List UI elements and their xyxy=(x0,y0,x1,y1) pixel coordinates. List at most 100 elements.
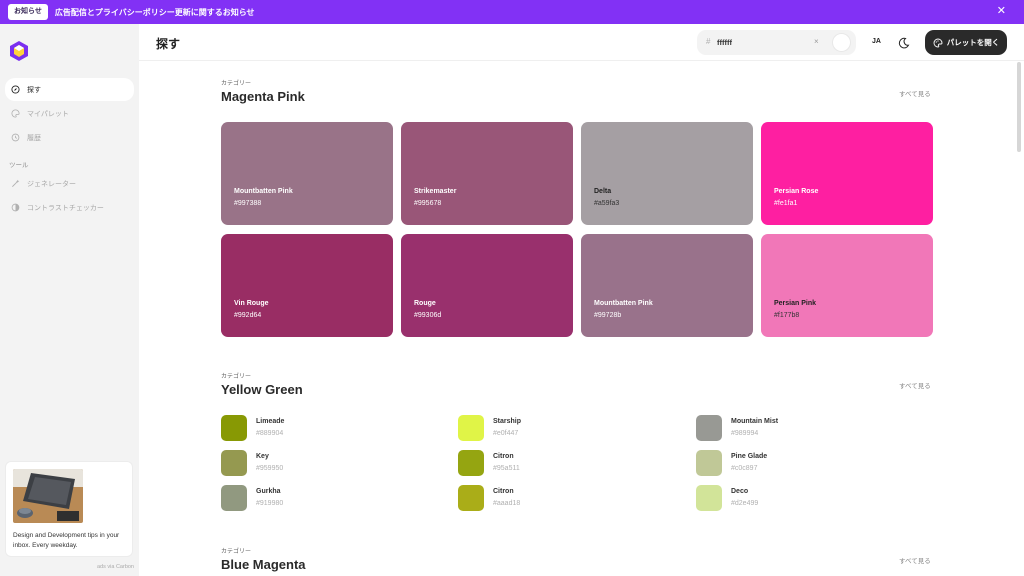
sidebar-item-label: マイパレット xyxy=(27,110,69,118)
see-all-link[interactable]: すべて見る xyxy=(899,380,931,390)
color-hex: #f177b8 xyxy=(774,312,800,319)
announcement-tag: お知らせ xyxy=(8,4,48,20)
color-card[interactable]: Mountbatten Pink #997388 xyxy=(221,122,393,225)
color-swatch[interactable] xyxy=(458,415,484,441)
color-swatch[interactable] xyxy=(458,485,484,511)
color-swatch[interactable] xyxy=(221,450,247,476)
category-title[interactable]: Yellow Green xyxy=(221,382,303,397)
sidebar-item-label: コントラストチェッカー xyxy=(27,204,104,212)
sidebar-item-label: 探す xyxy=(27,86,41,94)
color-hex: #c0c897 xyxy=(731,465,758,472)
see-all-link[interactable]: すべて見る xyxy=(899,555,931,565)
announcement-banner: お知らせ 広告配信とプライバシーポリシー更新に関するお知らせ ✕ xyxy=(0,0,1024,24)
magic-wand-icon xyxy=(12,179,20,187)
color-card[interactable]: Persian Rose #fe1fa1 xyxy=(761,122,933,225)
open-palette-label: パレットを開く xyxy=(946,38,1000,47)
color-name: Mountbatten Pink xyxy=(594,300,653,307)
color-name: Persian Pink xyxy=(774,300,817,307)
color-swatch[interactable] xyxy=(458,450,484,476)
color-card[interactable]: Rouge #99306d xyxy=(401,234,573,337)
color-hex: #d2e499 xyxy=(731,500,759,507)
color-hex: #99306d xyxy=(414,312,442,319)
color-card[interactable]: Mountbatten Pink #99728b xyxy=(581,234,753,337)
color-name: Persian Rose xyxy=(774,188,819,195)
color-hex: #992d64 xyxy=(234,312,262,319)
sidebar-item-label: ジェネレーター xyxy=(27,180,76,188)
color-hex: #95a511 xyxy=(493,465,520,472)
tools-heading: ツール xyxy=(9,162,29,169)
category-title[interactable]: Blue Magenta xyxy=(221,557,306,572)
color-hex: #995678 xyxy=(414,200,442,207)
color-hex: #99728b xyxy=(594,312,622,319)
sidebar-item-generator[interactable]: ジェネレーター xyxy=(5,172,134,195)
color-name: Gurkha xyxy=(256,488,281,495)
ad-card[interactable]: Design and Development tips in your inbo… xyxy=(5,461,133,557)
color-hex: #a59fa3 xyxy=(594,200,620,207)
color-card[interactable]: Persian Pink #f177b8 xyxy=(761,234,933,337)
sidebar-item-contrast-checker[interactable]: コントラストチェッカー xyxy=(5,196,134,219)
ad-via-label[interactable]: ads via Carbon xyxy=(97,564,134,570)
color-swatch[interactable] xyxy=(696,450,722,476)
sidebar-item-history[interactable]: 履歴 xyxy=(5,126,134,149)
clear-icon[interactable]: × xyxy=(814,37,819,46)
category-label: カテゴリー xyxy=(221,81,252,87)
color-list-item[interactable]: Starship #e0f447 xyxy=(458,415,658,442)
compass-icon xyxy=(11,85,20,94)
color-list-item[interactable]: Mountain Mist #989994 xyxy=(696,415,896,442)
color-name: Mountain Mist xyxy=(731,418,779,425)
color-swatch[interactable] xyxy=(221,485,247,511)
category-title[interactable]: Magenta Pink xyxy=(221,89,305,104)
category-label: カテゴリー xyxy=(221,549,252,555)
announcement-link[interactable]: 広告配信とプライバシーポリシー更新に関するお知らせ xyxy=(55,7,255,18)
color-preview-swatch[interactable] xyxy=(833,34,850,51)
top-header: 探す # × JA パレットを開く xyxy=(139,24,1024,61)
palette-icon xyxy=(11,109,20,118)
color-list-item[interactable]: Key #959950 xyxy=(221,450,421,477)
close-icon[interactable]: ✕ xyxy=(997,6,1006,17)
color-hex: #919980 xyxy=(256,500,284,507)
color-name: Citron xyxy=(493,488,514,495)
ad-text[interactable]: Design and Development tips in your inbo… xyxy=(13,531,131,551)
color-name: Rouge xyxy=(414,300,436,307)
color-search-input[interactable] xyxy=(717,36,797,49)
color-list-item[interactable]: Limeade #889904 xyxy=(221,415,421,442)
color-card[interactable]: Delta #a59fa3 xyxy=(581,122,753,225)
color-hex: #e0f447 xyxy=(493,430,519,437)
ad-image[interactable] xyxy=(13,469,83,523)
category-label: カテゴリー xyxy=(221,374,252,380)
sidebar-item-explore[interactable]: 探す xyxy=(5,78,134,101)
color-hex: #997388 xyxy=(234,200,262,207)
color-list-item[interactable]: Citron #95a511 xyxy=(458,450,658,477)
color-card[interactable]: Vin Rouge #992d64 xyxy=(221,234,393,337)
color-name: Deco xyxy=(731,488,749,495)
color-list-item[interactable]: Citron #aaad18 xyxy=(458,485,658,512)
color-hex: #989994 xyxy=(731,430,759,437)
language-toggle[interactable]: JA xyxy=(872,38,881,45)
color-swatch[interactable] xyxy=(696,485,722,511)
sidebar-item-my-palette[interactable]: マイパレット xyxy=(5,102,134,125)
open-palette-button[interactable]: パレットを開く xyxy=(925,30,1007,55)
history-icon xyxy=(11,133,20,142)
page-title: 探す xyxy=(156,37,181,51)
hash-prefix: # xyxy=(706,37,711,46)
sidebar-item-label: 履歴 xyxy=(27,134,41,142)
color-name: Vin Rouge xyxy=(234,300,269,307)
color-hex: #aaad18 xyxy=(493,500,521,507)
color-search-box[interactable]: # × xyxy=(697,30,856,55)
color-name: Pine Glade xyxy=(731,453,768,460)
moon-icon[interactable] xyxy=(898,36,910,49)
color-name: Delta xyxy=(594,188,612,195)
color-name: Key xyxy=(256,453,269,460)
sidebar: 探す マイパレット 履歴 ツール ジェネレーター コントラストチェッカー Des… xyxy=(0,24,139,576)
contrast-icon xyxy=(11,203,20,212)
color-swatch[interactable] xyxy=(696,415,722,441)
hexagon-logo-icon[interactable] xyxy=(8,40,30,62)
see-all-link[interactable]: すべて見る xyxy=(899,88,931,98)
color-list-item[interactable]: Pine Glade #c0c897 xyxy=(696,450,896,477)
color-swatch[interactable] xyxy=(221,415,247,441)
color-list-item[interactable]: Deco #d2e499 xyxy=(696,485,896,512)
color-name: Citron xyxy=(493,453,514,460)
page-scrollbar[interactable] xyxy=(1017,62,1021,152)
color-card[interactable]: Strikemaster #995678 xyxy=(401,122,573,225)
color-list-item[interactable]: Gurkha #919980 xyxy=(221,485,421,512)
